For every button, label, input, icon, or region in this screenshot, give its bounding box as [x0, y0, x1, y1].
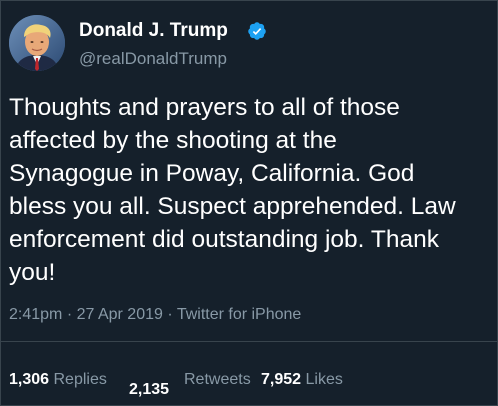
retweets-count-overlap: 2,135: [129, 351, 175, 359]
avatar[interactable]: [9, 15, 65, 71]
likes-label: Likes: [305, 371, 343, 388]
tweet-text: Thoughts and prayers to all of those aff…: [9, 94, 456, 286]
tweet-card: Donald J. Trump @realDonaldTrump Thought…: [0, 0, 498, 406]
tweet-timestamp[interactable]: 2:41pm · 27 Apr 2019 · Twitter for iPhon…: [9, 304, 301, 326]
display-name[interactable]: Donald J. Trump: [79, 19, 228, 43]
replies-label: Replies: [53, 371, 107, 388]
author-handle[interactable]: @realDonaldTrump: [79, 48, 227, 70]
retweets-label[interactable]: Retweets: [184, 369, 251, 391]
verified-badge-icon: [248, 22, 266, 40]
replies-count: 1,306: [9, 371, 50, 388]
retweets-count[interactable]: 2,135: [129, 379, 169, 401]
likes-stat[interactable]: 7,952 Likes: [261, 369, 343, 391]
likes-count: 7,952: [261, 371, 302, 388]
replies-stat[interactable]: 1,306 Replies: [9, 369, 107, 391]
profile-photo: [9, 15, 65, 71]
divider: [1, 341, 497, 342]
